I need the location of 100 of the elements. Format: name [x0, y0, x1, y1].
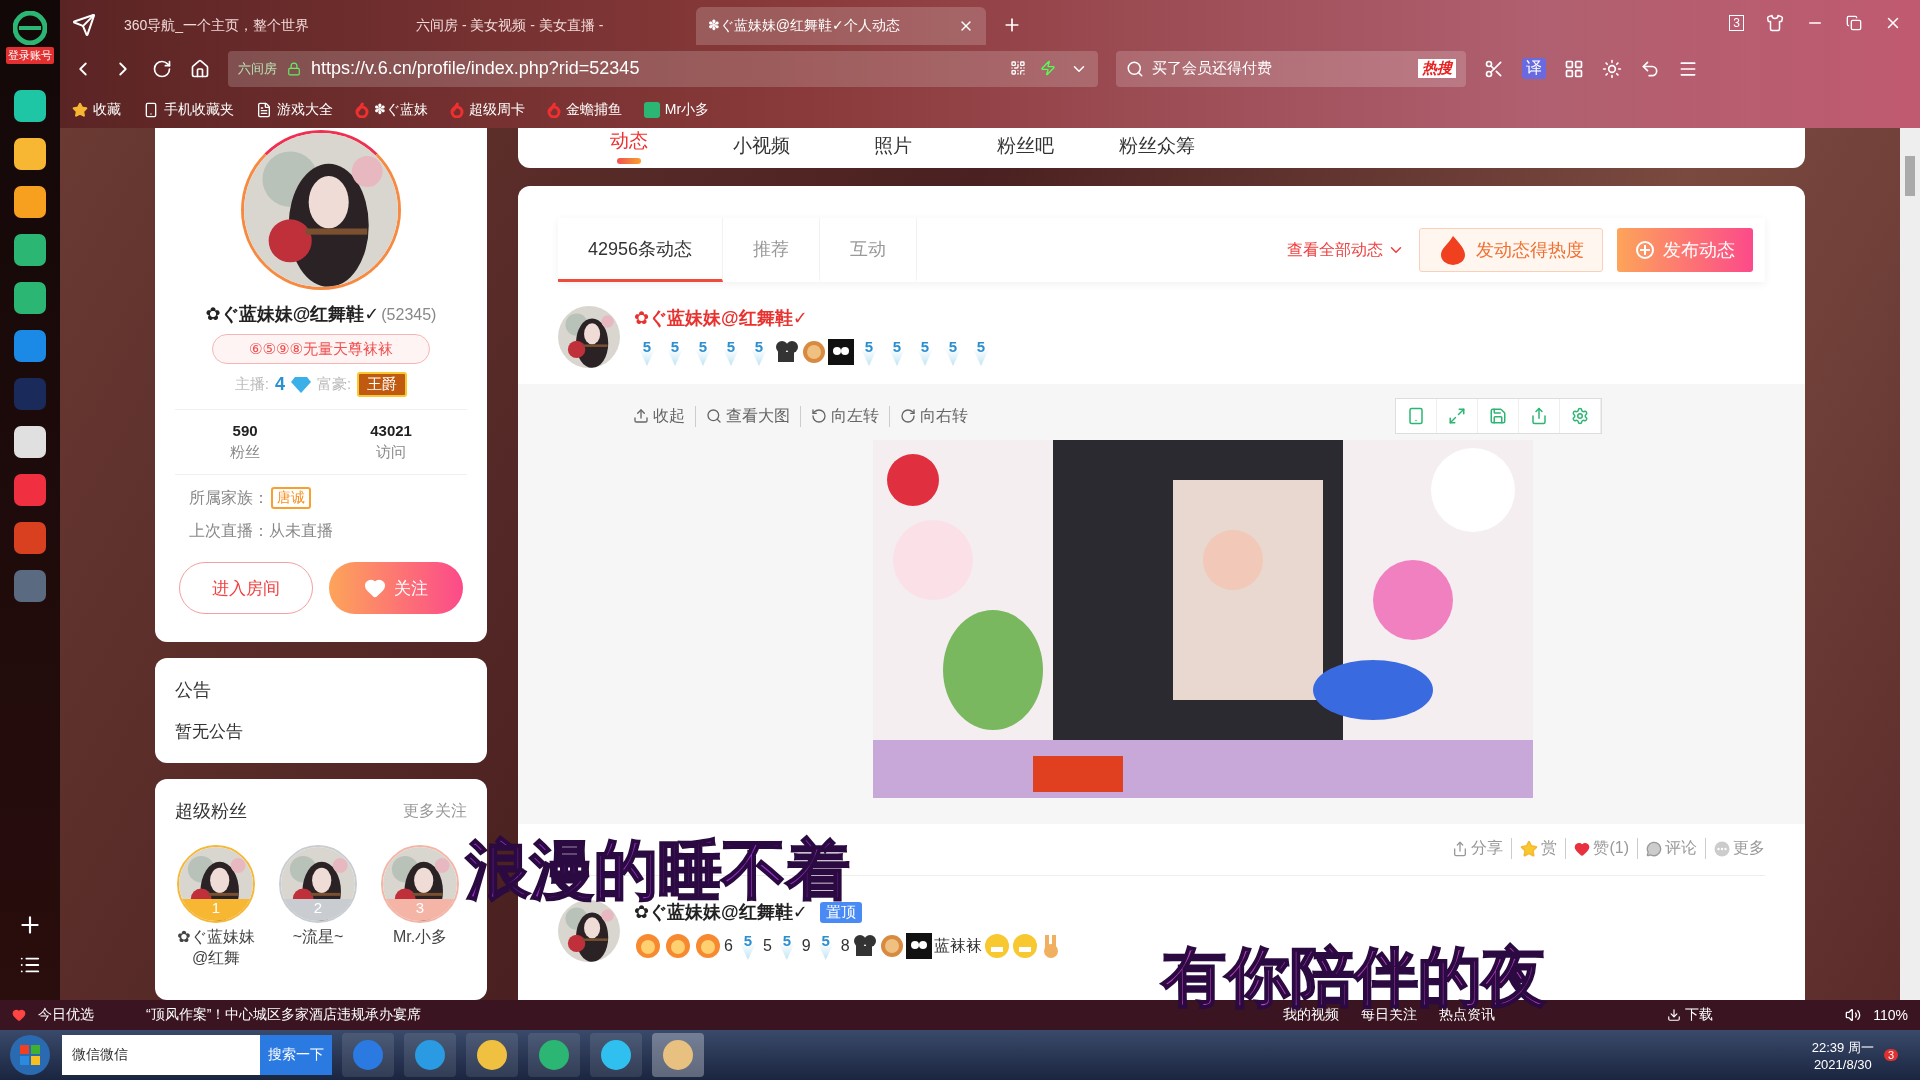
- zoom-level[interactable]: 110%: [1873, 1007, 1908, 1023]
- taskbar-app-icon[interactable]: [590, 1033, 642, 1077]
- taskbar-app-icon[interactable]: [466, 1033, 518, 1077]
- taskbar-app-icon[interactable]: [652, 1033, 704, 1077]
- browser-tab[interactable]: 六间房 - 美女视频 - 美女直播 -: [404, 7, 694, 45]
- shirt-icon[interactable]: [1766, 13, 1784, 32]
- post-action[interactable]: 更多: [1705, 838, 1765, 859]
- reload-icon[interactable]: [152, 58, 172, 79]
- badge-text: 5: [762, 937, 772, 955]
- news-ticker[interactable]: “顶风作案”！中心城区多家酒店违规承办宴席: [146, 1006, 422, 1024]
- app-icon[interactable]: [14, 186, 46, 218]
- stat-value: 590: [232, 422, 258, 439]
- page-icon: [256, 102, 272, 118]
- post-action[interactable]: 赏: [1511, 838, 1558, 859]
- fan-name: ~流星~: [292, 927, 344, 947]
- home-icon[interactable]: [190, 58, 210, 79]
- rich-label: 富豪:: [317, 375, 352, 394]
- status-link[interactable]: 每日关注: [1361, 1006, 1418, 1024]
- app-icon[interactable]: [14, 234, 46, 266]
- hot-flame-icon: [1438, 235, 1468, 265]
- family-label: 所属家族：: [189, 487, 269, 508]
- taskbar-search-field[interactable]: 微信微信 搜索一下: [62, 1035, 332, 1075]
- sun-icon[interactable]: [1602, 58, 1622, 79]
- qr-code-icon[interactable]: [1010, 59, 1026, 76]
- start-button[interactable]: [8, 1033, 52, 1077]
- bookmark[interactable]: 游戏大全: [256, 101, 333, 119]
- page-tab[interactable]: 小视频: [695, 133, 827, 159]
- post-author[interactable]: ✿ぐ蓝妹妹@红舞鞋✓: [634, 306, 808, 330]
- download-label[interactable]: 下载: [1685, 1006, 1714, 1024]
- view-all-dropdown[interactable]: 查看全部动态: [1287, 239, 1405, 261]
- page-tab[interactable]: 照片: [827, 133, 959, 159]
- lightning-icon[interactable]: [1040, 59, 1056, 76]
- super-fans-title: 超级粉丝: [175, 800, 247, 823]
- viewer-tool[interactable]: 收起: [633, 405, 685, 427]
- nameplate: ⑥⑤⑨⑧无量天尊袜袜: [212, 334, 430, 364]
- scrollbar-thumb[interactable]: [1905, 156, 1915, 196]
- app-icon[interactable]: [14, 282, 46, 314]
- taskbar-app-icon[interactable]: [342, 1033, 394, 1077]
- volume-icon[interactable]: [1845, 1007, 1862, 1023]
- bookmark[interactable]: 金蟾捕鱼: [546, 101, 622, 119]
- viewer-tool[interactable]: 查看大图: [695, 405, 790, 427]
- fan-name: ✿ぐ蓝妹妹@红舞: [176, 927, 256, 968]
- six-logo-icon: [355, 102, 369, 118]
- login-label[interactable]: 登录账号: [6, 46, 54, 64]
- tab-count[interactable]: 3: [1729, 14, 1744, 31]
- viewer-tool[interactable]: 向右转: [889, 405, 968, 427]
- stat-label: 粉丝: [230, 443, 261, 462]
- medal-icon: [879, 934, 904, 958]
- search-button[interactable]: 搜索一下: [260, 1035, 332, 1075]
- page-tab[interactable]: 动态: [563, 128, 695, 164]
- bookmark[interactable]: ✽ぐ蓝妹: [355, 101, 428, 119]
- page-tab[interactable]: 粉丝吧: [959, 133, 1091, 159]
- address-bar[interactable]: 六间房 https://v.6.cn/profile/index.php?rid=52345: [228, 50, 1098, 87]
- url-text: https://v.6.cn/profile/index.php?rid=52345: [311, 58, 640, 79]
- plus-circle-icon: [1635, 240, 1655, 260]
- viewer-tool[interactable]: 向左转: [800, 405, 879, 427]
- app-icon[interactable]: [14, 90, 46, 122]
- post-action[interactable]: 赞(1): [1565, 838, 1629, 859]
- scissors-icon[interactable]: [1484, 58, 1504, 79]
- grid-icon[interactable]: [1564, 58, 1584, 79]
- feed-tab[interactable]: 互动: [820, 218, 918, 282]
- bookmark[interactable]: 收藏: [72, 101, 121, 119]
- feed-tab[interactable]: 42956条动态: [558, 218, 724, 282]
- pinned-badge: 置顶: [819, 901, 862, 923]
- post-action[interactable]: 评论: [1637, 838, 1697, 859]
- bookmark[interactable]: 超级周卡: [449, 101, 525, 119]
- bookmark[interactable]: 手机收藏夹: [143, 101, 234, 119]
- profile-id: (52345): [381, 306, 437, 324]
- search-field[interactable]: 买了会员还得付费 热搜: [1116, 50, 1466, 87]
- bookmark[interactable]: Mr小多: [643, 101, 710, 119]
- notification-count[interactable]: 3: [1883, 1049, 1898, 1061]
- share-icon: [1452, 840, 1469, 857]
- feed-tab[interactable]: 推荐: [723, 218, 821, 282]
- fan-name: Mr.小多: [392, 927, 448, 947]
- taskbar-app-icon[interactable]: [528, 1033, 580, 1077]
- browser-tab[interactable]: 360导航_一个主页，整个世界: [112, 7, 402, 45]
- clock-date: 2021/8/30: [1813, 1056, 1872, 1072]
- badge-text: 蓝袜袜: [933, 935, 982, 956]
- download-icon[interactable]: [1667, 1008, 1682, 1022]
- more-follows-link[interactable]: 更多关注: [403, 800, 467, 822]
- status-link[interactable]: 热点资讯: [1439, 1006, 1496, 1024]
- notice-text: 暂无公告: [175, 721, 244, 743]
- enter-room-button[interactable]: 进入房间: [179, 562, 313, 614]
- app-icon[interactable]: [14, 138, 46, 170]
- browser-tab[interactable]: ✽ぐ蓝妹妹@红舞鞋✓个人动态: [696, 7, 986, 45]
- publish-button[interactable]: 发布动态: [1617, 228, 1753, 272]
- post-action[interactable]: 分享: [1452, 838, 1504, 859]
- undo-icon[interactable]: [1640, 58, 1660, 79]
- rotate-right-icon: [900, 408, 916, 424]
- status-link[interactable]: 我的视频: [1283, 1006, 1340, 1024]
- page-tab[interactable]: 粉丝众筹: [1091, 133, 1223, 159]
- grin-emoji-icon: [983, 933, 1010, 959]
- follow-button[interactable]: 关注: [329, 562, 463, 614]
- translate-button[interactable]: 译: [1522, 58, 1546, 79]
- promo-label[interactable]: 今日优选: [38, 1006, 94, 1024]
- taskbar-app-icon[interactable]: [404, 1033, 456, 1077]
- hot-button[interactable]: 发动态得热度: [1419, 228, 1603, 272]
- send-icon[interactable]: [72, 13, 96, 37]
- app-icon[interactable]: [14, 426, 46, 458]
- restore-icon[interactable]: [1846, 14, 1862, 31]
